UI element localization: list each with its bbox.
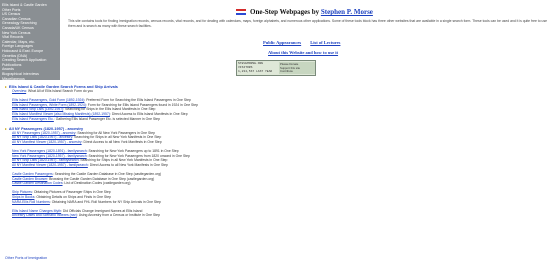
tool-link[interactable]: Ellis Island Passengers, White Form (189… — [12, 103, 86, 107]
tool-list: ▸ Ellis Island & Castle Garden Search For… — [5, 84, 405, 223]
tool-description: : Searching for New York Passengers from… — [86, 153, 190, 158]
tool-item: Castle Garden Destination Codes: List of… — [5, 181, 405, 186]
intro-paragraph: This site contains tools for finding imm… — [68, 19, 548, 28]
us-flag-icon — [236, 8, 246, 16]
arrow-icon: ▸ — [5, 126, 7, 131]
tool-group: New York Passengers (1820-1891) - family… — [5, 149, 405, 167]
title-prefix: One-Step Webpages by — [250, 8, 321, 16]
tool-description: : Obtaining Pictures of Passenger Ships … — [31, 190, 111, 195]
tool-link[interactable]: Ancestry Dates and Scenario Indexes (nar… — [12, 213, 77, 217]
tool-description: : Searching for Ships in all New York Ma… — [72, 135, 162, 140]
tool-group: ▸ Ellis Island & Castle Garden Search For… — [5, 84, 405, 94]
visitor-counter: STEVEMORSE.ORG VISITORS 1,234,567 LAST Y… — [238, 62, 278, 74]
tool-description: : Direct Access to Ellis Island Manifest… — [109, 111, 188, 116]
tool-description: : Form for Searching for Ellis Island Pa… — [85, 102, 199, 107]
top-links: Public Appearances List of Lectures — [263, 40, 348, 45]
arrow-icon: ▸ — [5, 85, 7, 89]
counter-line: 1,234,567 LAST YEAR — [238, 70, 273, 73]
tool-link[interactable]: Ellis Island Passengers Etc. — [12, 117, 54, 121]
tool-description: : Preferred Form for Searching the Ellis… — [84, 98, 191, 103]
tool-link[interactable]: Ellis Island Passengers, Gold Form (1892… — [12, 98, 84, 102]
tool-description: : Direct Access to all New York Manifest… — [81, 139, 162, 144]
sidebar-link[interactable]: Miscellaneous — [2, 77, 58, 82]
tool-item: Ancestry Dates and Scenario Indexes (nar… — [5, 213, 405, 218]
tool-link[interactable]: Ellis Island Name Changes Myth — [12, 209, 61, 213]
tool-description: : Obtaining Details on Ships and Finds i… — [34, 195, 111, 200]
donate-box[interactable]: Please Donate Support this site Contribu… — [279, 62, 315, 74]
visitor-counter-widget[interactable]: STEVEMORSE.ORG VISITORS 1,234,567 LAST Y… — [236, 60, 316, 76]
author-link[interactable]: Stephen P. Morse — [321, 8, 373, 16]
tool-item: All NY Manifest Viewer (1820-1957) - fam… — [5, 163, 405, 168]
page-title: One-Step Webpages by Stephen P. Morse — [250, 8, 373, 16]
tool-description: : Obtaining NARA and FHL Roll Numbers fo… — [49, 199, 161, 204]
tool-item: All NY Manifest Viewer (1820-1957) - anc… — [5, 140, 405, 145]
tool-description: : Gathering Ellis Island Passenger Etc. … — [53, 116, 160, 121]
tool-group: Ellis Island Passengers, Gold Form (1892… — [5, 98, 405, 121]
tool-description: : What All of Ellis Island Search Form d… — [26, 89, 94, 93]
page-header: One-Step Webpages by Stephen P. Morse — [236, 6, 386, 18]
tool-link[interactable]: Ship Pictures — [12, 190, 32, 194]
public-appearances-link[interactable]: Public Appearances — [263, 40, 301, 45]
tool-link[interactable]: New York Passengers (1820-1957) - family… — [12, 154, 87, 158]
tool-link[interactable]: All NY Passengers (1820-1957) - ancestry — [12, 131, 75, 135]
tool-item: Overview: What All of Ellis Island Searc… — [5, 89, 405, 94]
tool-description: : Searching for Ships in the Ellis Islan… — [63, 107, 156, 112]
tool-link[interactable]: Castle Garden Destination Codes — [12, 181, 63, 185]
tool-description: : Using Ancestry from a Census or Instit… — [76, 213, 160, 218]
about-website-link[interactable]: About this Website and how to use it — [268, 50, 338, 55]
tool-link[interactable]: Ellis Island Manifest Viewer (also Missi… — [12, 112, 110, 116]
tool-group: ▸ All NY Passengers (1820-1957) - ancestr… — [5, 126, 405, 145]
tool-link[interactable]: Castle Garden Browser — [12, 177, 47, 181]
list-of-lectures-link[interactable]: List of Lectures — [310, 40, 340, 45]
tool-link[interactable]: Castle Garden Passengers — [12, 172, 53, 176]
tool-group: Ellis Island Name Changes Myth: Did Offi… — [5, 209, 405, 218]
tool-link[interactable]: Ellis Island Ship Lists (1892-1957) — [12, 107, 63, 111]
tool-link[interactable]: All NY Manifest Viewer (1820-1957) - fam… — [12, 163, 88, 167]
tool-group: Castle Garden Passengers: Searching the … — [5, 172, 405, 186]
tool-group: Ship Pictures: Obtaining Pictures of Pas… — [5, 190, 405, 204]
flag-stripe — [236, 13, 246, 16]
counter-line: STEVEMORSE.ORG VISITORS — [238, 62, 264, 69]
tool-description: : Searching the Castle Garden Database i… — [52, 172, 162, 177]
section-heading-other-ports[interactable]: Other Ports of Immigration — [5, 256, 47, 260]
tool-description: : Browsing the Castle Garden Database in… — [47, 176, 155, 181]
tool-description: : Searching for All New York Passengers … — [75, 130, 155, 135]
tool-description: : List of Destination Codes (castlegarde… — [62, 181, 131, 186]
tool-link[interactable]: Overview — [12, 89, 26, 93]
donate-line: Contribute — [280, 69, 293, 74]
tool-link[interactable]: New York Passengers (1820-1891) - family… — [12, 149, 87, 153]
tool-link[interactable]: Ships in Books — [12, 195, 34, 199]
tool-item: Ellis Island Passengers Etc.: Gathering … — [5, 117, 405, 122]
tool-description: : Did Officials Change Immigrant Names a… — [61, 208, 143, 213]
tool-link[interactable]: NARA Ellis Roll Numbers — [12, 200, 50, 204]
tool-description: : Direct Access to all New York Manifest… — [87, 162, 168, 167]
sidebar-nav: Ellis Island & Castle Garden Other Ports U… — [0, 0, 60, 82]
tool-description: : Searching for New York Passengers up t… — [86, 149, 179, 154]
tool-item: NARA Ellis Roll Numbers: Obtaining NARA … — [5, 200, 405, 205]
tool-link[interactable]: All NY Ship Lists (1820-1957) - ancestry — [12, 135, 72, 139]
tool-description: : Searching for Ships in all New York Ma… — [78, 158, 168, 163]
tool-link[interactable]: All NY Manifest Viewer (1820-1957) - anc… — [12, 140, 82, 144]
tool-link[interactable]: All NY Ship Lists (1820-1957) - familyse… — [12, 158, 78, 162]
